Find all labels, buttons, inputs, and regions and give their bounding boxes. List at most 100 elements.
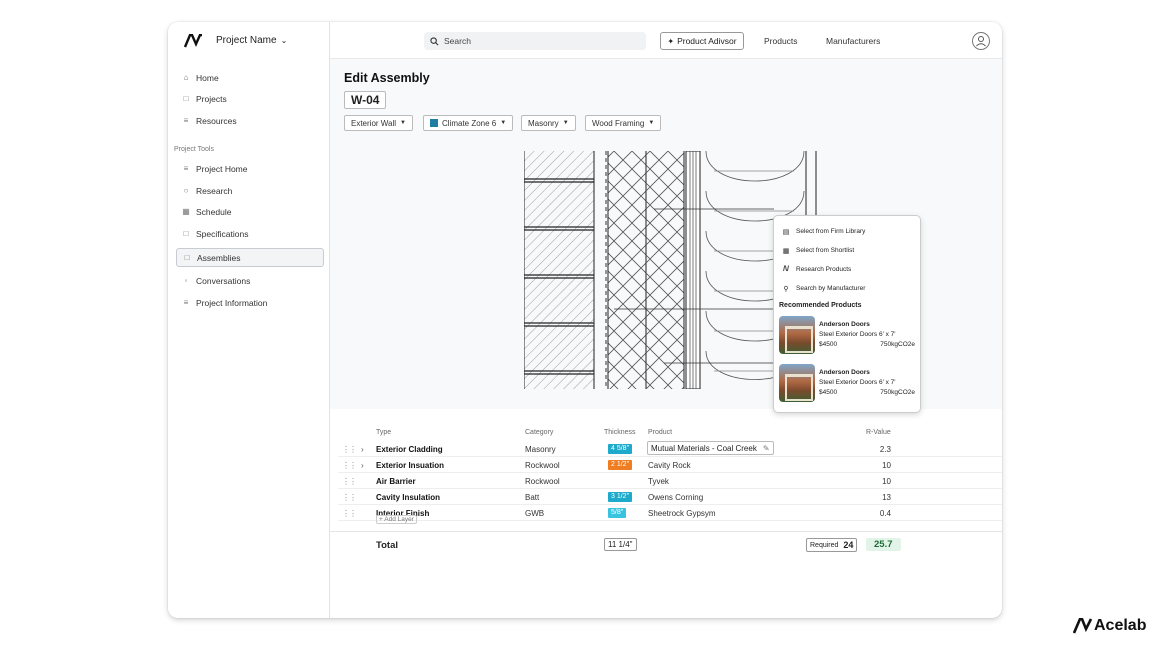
thickness-badge: 2 1/2" xyxy=(608,460,633,470)
table-row[interactable]: ⋮⋮ › Exterior Cladding Masonry 4 5/8" Mutual … xyxy=(338,441,1002,457)
add-layer-button[interactable]: + Add Layer xyxy=(376,515,417,524)
select-shortlist-item[interactable]: ▦ Select from Shortlist xyxy=(779,241,915,260)
product-name: Anderson Doors xyxy=(819,321,870,328)
filter-masonry[interactable]: Masonry ▼ xyxy=(521,115,576,131)
layer-category: Rockwool xyxy=(525,461,560,470)
product-name: Anderson Doors xyxy=(819,369,870,376)
top-bar: Search ✦ Product Adivsor Products Manufa… xyxy=(330,22,1002,59)
chevron-right-icon[interactable]: › xyxy=(361,445,364,454)
sparkle-icon: ✦ xyxy=(667,36,675,46)
drag-handle-icon[interactable]: ⋮⋮ xyxy=(342,493,357,502)
search-icon: ⚲ xyxy=(783,285,789,293)
thickness-badge: 3 1/2" xyxy=(608,492,633,502)
sidebar-item-label: Conversations xyxy=(196,276,251,286)
caret-down-icon: ▼ xyxy=(648,120,655,126)
list-icon: ≡ xyxy=(183,116,189,125)
user-icon xyxy=(976,36,986,47)
project-selector[interactable]: Project Name ⌄ xyxy=(216,35,287,46)
recommended-heading: Recommended Products xyxy=(779,302,862,309)
drag-handle-icon[interactable]: ⋮⋮ xyxy=(342,509,357,518)
table-row[interactable]: ⋮⋮ Interior Finish GWB 5/8" Sheetrock Gypsym… xyxy=(338,505,1002,521)
shortlist-icon: ▦ xyxy=(782,247,790,255)
product-description: Steel Exterior Doors 6' x 7' xyxy=(819,331,896,338)
product-thumbnail xyxy=(779,316,815,354)
drag-handle-icon[interactable]: ⋮⋮ xyxy=(342,445,357,454)
search-icon: ○ xyxy=(183,186,189,195)
thickness-badge: 5/8" xyxy=(608,508,627,518)
sidebar-item-resources[interactable]: ≡ Resources xyxy=(176,112,324,130)
nav-products-link[interactable]: Products xyxy=(764,36,798,46)
sidebar-item-projects[interactable]: □ Projects xyxy=(176,90,324,108)
sidebar-item-project-home[interactable]: ≡ Project Home xyxy=(176,160,324,178)
sidebar-item-label: Project Home xyxy=(196,164,248,174)
sidebar-item-home[interactable]: ⌂ Home xyxy=(176,69,324,87)
sidebar-item-research[interactable]: ○ Research xyxy=(176,182,324,200)
drag-handle-icon[interactable]: ⋮⋮ xyxy=(342,477,357,486)
edit-pencil-icon[interactable]: ✎ xyxy=(763,444,770,453)
app-logo-icon[interactable] xyxy=(184,34,202,48)
sidebar-item-label: Assemblies xyxy=(197,252,241,263)
search-placeholder: Search xyxy=(444,36,471,46)
header-product: Product xyxy=(648,429,673,436)
page-title: Edit Assembly xyxy=(344,71,430,85)
layer-type: Cavity Insulation xyxy=(376,493,441,502)
product-name: Cavity Rock xyxy=(648,461,691,470)
brand-name: Acelab xyxy=(1094,617,1147,634)
total-rvalue: 25.7 xyxy=(866,538,901,551)
sidebar-item-label: Specifications xyxy=(196,229,249,239)
sidebar-item-specifications[interactable]: □ Specifications xyxy=(176,225,324,243)
filter-exterior-wall[interactable]: Exterior Wall ▼ xyxy=(344,115,413,131)
product-advisor-label: Product Adivsor xyxy=(677,36,737,46)
product-price: $4500 xyxy=(819,341,838,348)
nav-manufacturers-link[interactable]: Manufacturers xyxy=(826,36,880,46)
sidebar-item-conversations[interactable]: ◦ Conversations xyxy=(176,272,324,290)
library-icon: ▤ xyxy=(782,228,790,236)
header-category: Category xyxy=(525,429,554,436)
filter-climate-zone[interactable]: Climate Zone 6 ▼ xyxy=(423,115,514,131)
product-advisor-button[interactable]: ✦ Product Adivsor xyxy=(660,32,744,50)
table-row[interactable]: ⋮⋮ Cavity Insulation Batt 3 1/2" Owens Corni… xyxy=(338,489,1002,505)
filter-wood-framing[interactable]: Wood Framing ▼ xyxy=(585,115,662,131)
filter-label: Wood Framing xyxy=(592,118,645,128)
layer-type: Exterior Cladding xyxy=(376,445,443,454)
total-label: Total xyxy=(376,540,398,551)
list-icon: ≡ xyxy=(183,298,189,307)
filter-label: Exterior Wall xyxy=(351,118,397,128)
thickness-badge: 4 5/8" xyxy=(608,444,633,454)
product-field[interactable]: Mutual Materials - Coal Creek ✎ xyxy=(647,441,774,455)
search-input[interactable]: Search xyxy=(424,32,646,50)
search-icon xyxy=(430,36,439,45)
menu-item-label: Select from Firm Library xyxy=(796,228,866,235)
header-type: Type xyxy=(376,429,392,436)
project-name-label: Project Name xyxy=(216,35,277,46)
note-icon: □ xyxy=(183,94,189,103)
drag-handle-icon[interactable]: ⋮⋮ xyxy=(342,461,357,470)
required-value: 24 xyxy=(843,540,854,550)
sidebar-item-schedule[interactable]: ▦ Schedule xyxy=(176,203,324,221)
total-row: Total 11 1/4" Required 24 25.7 xyxy=(330,531,1002,555)
sidebar-item-project-information[interactable]: ≡ Project Information xyxy=(176,294,324,312)
note-icon: □ xyxy=(184,252,190,262)
sidebar-item-assemblies[interactable]: □ Assemblies xyxy=(176,248,324,267)
chevron-right-icon[interactable]: › xyxy=(361,461,364,470)
sidebar-item-label: Home xyxy=(196,73,219,83)
table-row[interactable]: ⋮⋮ › Exterior Insuation Rockwool 2 1/2" Cavit… xyxy=(338,457,1002,473)
avatar[interactable] xyxy=(972,32,990,50)
product-carbon: 750kgCO2e xyxy=(880,389,915,396)
product-name: Tyvek xyxy=(648,477,669,486)
product-name: Mutual Materials - Coal Creek xyxy=(651,443,757,453)
table-row[interactable]: ⋮⋮ Air Barrier Rockwool Tyvek 10 xyxy=(338,473,1002,489)
search-by-manufacturer-item[interactable]: ⚲ Search by Manufacturer xyxy=(779,279,915,298)
sidebar-item-label: Project Information xyxy=(196,298,268,308)
select-firm-library-item[interactable]: ▤ Select from Firm Library xyxy=(779,222,915,241)
assembly-code-field[interactable]: W-04 xyxy=(344,91,387,109)
recommended-product-card[interactable]: Anderson Doors Steel Exterior Doors 6' x… xyxy=(779,313,915,357)
chevron-down-icon: ⌄ xyxy=(280,36,288,45)
sidebar-item-label: Resources xyxy=(196,116,237,126)
layer-rvalue: 10 xyxy=(882,461,891,470)
required-rvalue: Required 24 xyxy=(806,538,858,552)
layer-category: GWB xyxy=(525,509,545,518)
recommended-product-card[interactable]: Anderson Doors Steel Exterior Doors 6' x… xyxy=(779,361,915,405)
menu-item-label: Research Products xyxy=(796,266,852,273)
research-products-item[interactable]: /\/ Research Products xyxy=(779,260,915,279)
